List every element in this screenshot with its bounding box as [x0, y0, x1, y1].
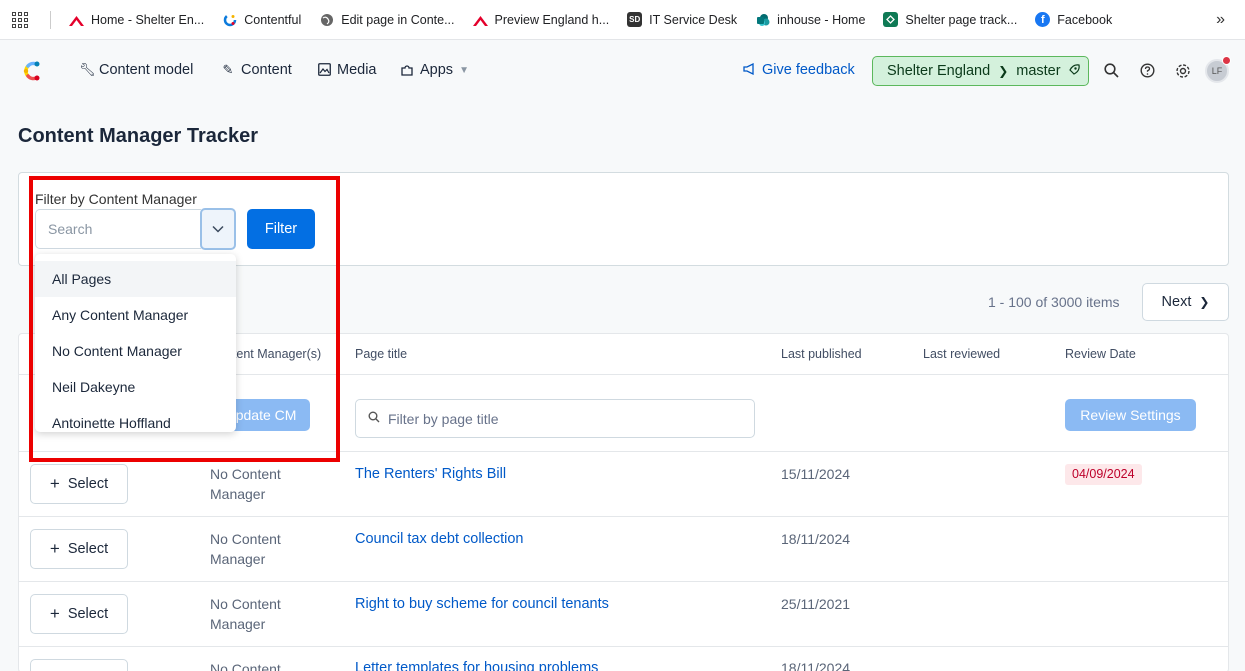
shelter-icon	[69, 12, 84, 27]
plus-icon: +	[49, 474, 60, 493]
plus-icon: +	[49, 604, 60, 623]
content-manager-cell: No Content Manager	[210, 531, 281, 567]
bookmarks-divider	[50, 10, 51, 29]
nav-media[interactable]: Media	[317, 62, 377, 78]
megaphone-icon	[743, 62, 757, 78]
page-title: Content Manager Tracker	[18, 125, 259, 147]
row-divider	[18, 581, 1229, 582]
app-icon	[883, 12, 899, 27]
select-row-button[interactable]: + Select	[30, 594, 128, 634]
sd-icon: SD	[627, 12, 643, 27]
shelter-icon	[472, 12, 488, 27]
environment-switcher[interactable]: Shelter England ❯ master	[872, 56, 1089, 86]
notification-dot	[1222, 56, 1231, 65]
contentful-icon	[222, 12, 237, 27]
facebook-icon: f	[1035, 12, 1051, 27]
header-last-reviewed: Last reviewed	[923, 347, 1001, 361]
contentful-logo-icon[interactable]	[20, 59, 44, 83]
bookmark-facebook[interactable]: f Facebook	[1035, 12, 1112, 27]
give-feedback-link[interactable]: Give feedback	[743, 62, 855, 78]
image-icon	[317, 63, 331, 77]
bookmark-inhouse-home[interactable]: inhouse - Home	[755, 12, 865, 27]
help-icon[interactable]	[1139, 63, 1155, 79]
row-divider	[18, 646, 1229, 647]
sharepoint-icon	[755, 12, 770, 27]
bookmark-contentful[interactable]: Contentful	[222, 12, 301, 27]
rocket-icon	[1067, 63, 1081, 80]
chevron-right-icon: ❯	[1199, 295, 1210, 309]
review-settings-button[interactable]: Review Settings	[1065, 399, 1196, 431]
page-title-link[interactable]: Letter templates for housing problems	[355, 660, 598, 671]
review-date-badge: 04/09/2024	[1065, 464, 1142, 485]
nav-content[interactable]: ✎ Content	[221, 62, 292, 78]
gear-icon[interactable]	[1175, 63, 1191, 79]
header-review-date: Review Date	[1065, 347, 1136, 361]
app-header: 🔧︎ Content model ✎ Content Media Apps ▼ …	[0, 41, 1245, 101]
select-row-button[interactable]: + Select	[30, 659, 128, 671]
bookmark-shelter-page-tracker[interactable]: Shelter page track...	[883, 12, 1017, 27]
content-manager-cell: No Content Manager	[210, 596, 281, 632]
last-published-cell: 15/11/2024	[781, 466, 851, 482]
header-page-title: Page title	[355, 347, 408, 361]
page-title-link[interactable]: Right to buy scheme for council tenants	[355, 596, 609, 612]
page-title-filter-input[interactable]: Filter by page title	[355, 399, 755, 438]
puzzle-icon	[400, 63, 414, 77]
more-bookmarks-icon[interactable]: »	[1216, 11, 1225, 29]
content-manager-cell: No Content Manager	[210, 466, 281, 502]
row-divider	[18, 516, 1229, 517]
search-icon[interactable]	[1103, 63, 1119, 79]
content-manager-cell: No Content	[210, 661, 281, 671]
pen-icon: ✎	[222, 62, 234, 77]
item-count: 1 - 100 of 3000 items	[988, 294, 1120, 310]
apps-grid-icon[interactable]	[12, 11, 28, 28]
globe-icon	[319, 12, 334, 27]
nav-apps[interactable]: Apps ▼	[400, 62, 469, 78]
highlight-annotation	[29, 176, 340, 462]
wrench-icon: 🔧︎	[79, 62, 96, 77]
bookmark-edit-page[interactable]: Edit page in Conte...	[319, 12, 455, 27]
bookmark-home-shelter[interactable]: Home - Shelter En...	[69, 12, 204, 27]
bookmarks-bar: Home - Shelter En... Contentful Edit pag…	[0, 0, 1245, 40]
page-title-link[interactable]: Council tax debt collection	[355, 531, 523, 547]
bookmark-preview-england[interactable]: Preview England h...	[472, 12, 609, 27]
next-page-button[interactable]: Next ❯	[1142, 283, 1229, 321]
caret-down-icon: ▼	[459, 64, 469, 76]
plus-icon: +	[49, 539, 60, 558]
select-row-button[interactable]: + Select	[30, 464, 128, 504]
chevron-right-icon: ❯	[998, 64, 1009, 78]
select-row-button[interactable]: + Select	[30, 529, 128, 569]
page-title-link[interactable]: The Renters' Rights Bill	[355, 466, 506, 482]
bookmark-it-service-desk[interactable]: SD IT Service Desk	[627, 12, 737, 27]
header-last-published: Last published	[781, 347, 862, 361]
nav-content-model[interactable]: 🔧︎ Content model	[79, 62, 193, 78]
last-published-cell: 18/11/2024	[781, 660, 851, 671]
search-icon	[368, 411, 380, 426]
last-published-cell: 18/11/2024	[781, 531, 851, 547]
last-published-cell: 25/11/2021	[781, 596, 851, 612]
